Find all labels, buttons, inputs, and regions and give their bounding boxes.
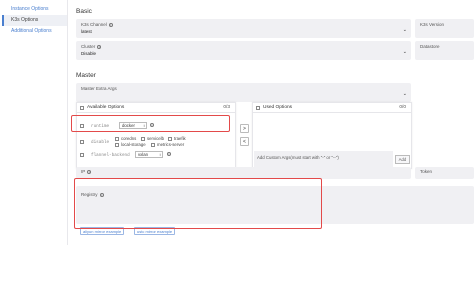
available-options-header: Available Options 0/3 — [77, 103, 235, 113]
ip-label: IP — [81, 169, 86, 174]
disable-metrics-server-label: metrics-server — [157, 142, 185, 147]
move-right-button[interactable]: > — [240, 124, 249, 133]
sidebar-item-instance-options[interactable]: Instance Options — [2, 4, 67, 15]
info-icon: i — [108, 22, 113, 27]
option-disable-flag: disable — [91, 140, 110, 145]
option-flannel-checkbox[interactable] — [80, 153, 84, 157]
flannel-backend-select[interactable]: vxlan ↕ — [135, 151, 163, 158]
used-options-label: Used Options — [263, 105, 293, 110]
master-section-title: Master — [76, 72, 96, 79]
option-flannel-flag: flannel-backend — [91, 153, 130, 158]
chevron-updown-icon: ↕ — [159, 152, 161, 157]
cluster-label: Cluster — [81, 44, 96, 49]
chevron-down-icon: ⌄ — [402, 49, 407, 55]
available-options-panel: Available Options 0/3 runtime docker ↕ i… — [76, 102, 236, 169]
select-all-available-checkbox[interactable] — [80, 106, 84, 110]
available-options-label: Available Options — [87, 105, 125, 110]
used-options-header: Used Options 0/0 — [253, 103, 411, 113]
master-extra-args-label: Master Extra Args — [81, 86, 117, 91]
highlight-box-registry — [74, 178, 322, 229]
sidebar-nav: Instance Options K3s Options Additional … — [2, 0, 68, 245]
datastore-label: Datastore — [420, 44, 440, 49]
master-extra-args-select[interactable]: Master Extra Args ⌄ — [76, 83, 411, 102]
add-custom-args-button[interactable]: Add — [395, 155, 410, 164]
info-icon: i — [97, 44, 102, 49]
option-flannel-backend: flannel-backend vxlan ↕ i — [77, 151, 235, 162]
disable-servicelb-checkbox[interactable] — [141, 137, 145, 141]
custom-args-placeholder: Add Custom Args(must start with "-" or "… — [257, 155, 339, 160]
disable-local-storage-label: local-storage — [121, 142, 146, 147]
highlight-box-runtime — [71, 115, 230, 132]
disable-traefik-label: traefik — [174, 136, 186, 141]
k3s-version-field[interactable]: K3s Version — [415, 19, 474, 38]
k3s-version-label: K3s Version — [420, 22, 445, 27]
chevron-down-icon: ⌄ — [402, 91, 407, 97]
token-label: Token — [420, 169, 433, 174]
token-field[interactable]: Token — [415, 167, 474, 179]
disable-coredns-label: coredns — [121, 136, 137, 141]
available-options-count: 0/3 — [223, 105, 230, 110]
basic-section-title: Basic — [76, 8, 92, 15]
disable-local-storage-checkbox[interactable] — [115, 143, 119, 147]
info-icon: i — [87, 169, 92, 174]
option-disable-checkbox[interactable] — [80, 140, 84, 144]
select-all-used-checkbox[interactable] — [256, 106, 260, 110]
flannel-backend-select-value: vxlan — [138, 152, 149, 157]
custom-args-input[interactable]: Add Custom Args(must start with "-" or "… — [254, 151, 393, 167]
disable-traefik-checkbox[interactable] — [168, 137, 172, 141]
disable-coredns-checkbox[interactable] — [115, 137, 119, 141]
cluster-select[interactable]: Cluster i Disable ⌄ — [76, 41, 411, 60]
cluster-value: Disable — [81, 51, 97, 56]
chevron-down-icon: ⌄ — [402, 27, 407, 33]
move-left-button[interactable]: < — [240, 137, 249, 146]
used-options-count: 0/0 — [399, 105, 406, 110]
used-options-panel: Used Options 0/0 Add Custom Args(must st… — [252, 102, 412, 169]
k3s-channel-label: K3s Channel — [81, 22, 107, 27]
sidebar-item-k3s-options[interactable]: K3s Options — [2, 15, 67, 26]
k3s-channel-value: latest — [81, 29, 92, 34]
sidebar-item-additional-options[interactable]: Additional Options — [2, 26, 67, 37]
k3s-channel-select[interactable]: K3s Channel i latest ⌄ — [76, 19, 411, 38]
disable-metrics-server-checkbox[interactable] — [151, 143, 155, 147]
info-icon: i — [167, 152, 171, 156]
disable-servicelb-label: servicelb — [147, 136, 164, 141]
option-disable: disable coredns servicelb traefik local-… — [77, 136, 235, 148]
datastore-field[interactable]: Datastore — [415, 41, 474, 60]
